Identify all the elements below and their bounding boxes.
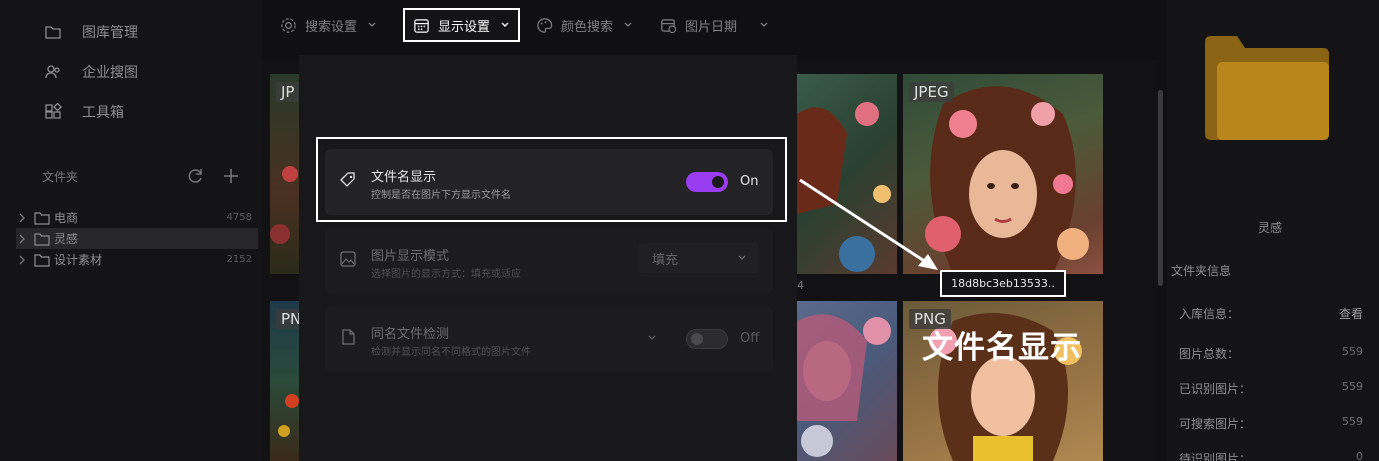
chevron-right-icon[interactable]: [16, 254, 28, 266]
tree-item-design-assets[interactable]: 设计素材 2152: [16, 249, 258, 270]
sidebar: 图库管理 企业搜图 工具箱 文件夹 电商 4758 灵感 设计素材 2152: [0, 0, 262, 461]
toggle-knob: [691, 333, 703, 345]
info-label: 待识别图片：: [1179, 452, 1252, 461]
search-settings-button[interactable]: 搜索设置: [272, 8, 385, 42]
highlight-box: [316, 137, 787, 222]
calendar-icon: [661, 18, 677, 33]
tree-item-inspiration[interactable]: 灵感: [16, 228, 258, 249]
info-row-storage: 入库信息： 查看: [1179, 305, 1363, 325]
image-count-fragment: 4: [797, 279, 804, 292]
chevron-down-icon[interactable]: [647, 333, 657, 343]
nav-item-gallery[interactable]: 图库管理: [44, 20, 138, 44]
image-thumbnail[interactable]: [797, 301, 897, 461]
folder-icon: [34, 232, 50, 246]
setting-title: 同名文件检测: [371, 327, 450, 342]
nav-item-toolbox[interactable]: 工具箱: [44, 100, 124, 124]
duplicate-detection-toggle[interactable]: [686, 329, 728, 349]
color-search-button[interactable]: 颜色搜索: [528, 8, 641, 42]
chevron-down-icon: [501, 22, 509, 27]
folder-info-panel: 灵感 文件夹信息 入库信息： 查看 图片总数： 559 已识别图片： 559 可…: [1167, 0, 1379, 461]
tree-item-ecommerce[interactable]: 电商 4758: [16, 207, 258, 228]
image-icon: [340, 251, 356, 267]
team-icon: [45, 65, 60, 79]
filename-caption: 18d8bc3eb13533..: [940, 270, 1066, 297]
file-icon: [342, 329, 355, 345]
toolbar-label: 搜索设置: [305, 19, 358, 35]
toolbar-label: 图片日期: [685, 19, 738, 35]
image-display-mode-setting: 图片显示模式 选择图片的显示方式：填充或适应 填充: [325, 228, 773, 294]
toolbox-icon: [45, 103, 62, 119]
nav-label: 图库管理: [82, 25, 138, 41]
folder-icon: [34, 253, 50, 267]
add-folder-icon[interactable]: [221, 166, 241, 186]
info-value: 559: [1342, 380, 1363, 393]
setting-description: 选择图片的显示方式：填充或适应: [371, 269, 521, 280]
info-value: 0: [1356, 450, 1363, 461]
display-mode-select[interactable]: 填充: [638, 243, 759, 273]
folder-name: 灵感: [1257, 221, 1282, 235]
nav-label: 工具箱: [82, 105, 124, 121]
tree-item-count: 2152: [226, 254, 252, 265]
info-label: 图片总数：: [1179, 347, 1240, 361]
info-label: 已识别图片：: [1179, 382, 1252, 396]
chevron-down-icon: [624, 22, 632, 27]
info-value: 559: [1342, 345, 1363, 358]
folder-icon: [45, 26, 61, 39]
image-date-button[interactable]: 图片日期: [652, 8, 777, 42]
format-tag: JP: [276, 82, 300, 102]
info-row-pending: 待识别图片： 0: [1179, 450, 1363, 461]
toggle-state-label: Off: [740, 331, 760, 346]
info-label: 入库信息：: [1179, 307, 1240, 321]
nav-label: 企业搜图: [82, 65, 138, 81]
nav-item-enterprise-search[interactable]: 企业搜图: [44, 60, 138, 84]
chevron-right-icon[interactable]: [16, 212, 28, 224]
tree-item-count: 4758: [226, 212, 252, 223]
toolbar-label: 显示设置: [438, 19, 491, 35]
chevron-down-icon: [738, 255, 746, 260]
folder-icon: [1205, 36, 1329, 140]
gear-icon: [281, 17, 296, 33]
info-row-recognized: 已识别图片： 559: [1179, 380, 1363, 400]
info-label: 可搜索图片：: [1179, 417, 1252, 431]
info-value: 559: [1342, 415, 1363, 428]
setting-title: 图片显示模式: [371, 249, 450, 264]
duplicate-detection-setting: 同名文件检测 检测并显示同名不同格式的图片文件 Off: [325, 306, 773, 372]
display-settings-button[interactable]: 显示设置: [403, 8, 521, 42]
gallery-scrollbar[interactable]: [1158, 90, 1163, 286]
select-value: 填充: [652, 252, 679, 268]
folders-header: 文件夹: [42, 170, 79, 184]
folder-info-title: 文件夹信息: [1171, 264, 1232, 278]
chevron-right-icon[interactable]: [16, 233, 28, 245]
calendar-grid-icon: [414, 18, 429, 33]
info-row-searchable: 可搜索图片： 559: [1179, 415, 1363, 435]
chevron-down-icon: [368, 22, 376, 27]
view-link[interactable]: 查看: [1339, 305, 1363, 322]
arrow-icon: [799, 178, 938, 270]
callout-label: 文件名显示: [922, 330, 1082, 366]
thumbnail-art: [797, 314, 891, 457]
info-row-total: 图片总数： 559: [1179, 345, 1363, 365]
toolbar-label: 颜色搜索: [561, 19, 614, 35]
tree-item-label: 电商: [54, 211, 79, 225]
folder-icon: [34, 211, 50, 225]
palette-icon: [537, 17, 553, 33]
tree-item-label: 设计素材: [54, 253, 103, 267]
chevron-down-icon: [760, 22, 768, 27]
tree-item-label: 灵感: [54, 232, 79, 246]
format-tag: JPEG: [909, 82, 954, 102]
setting-description: 检测并显示同名不同格式的图片文件: [371, 347, 531, 358]
refresh-icon[interactable]: [185, 166, 205, 186]
